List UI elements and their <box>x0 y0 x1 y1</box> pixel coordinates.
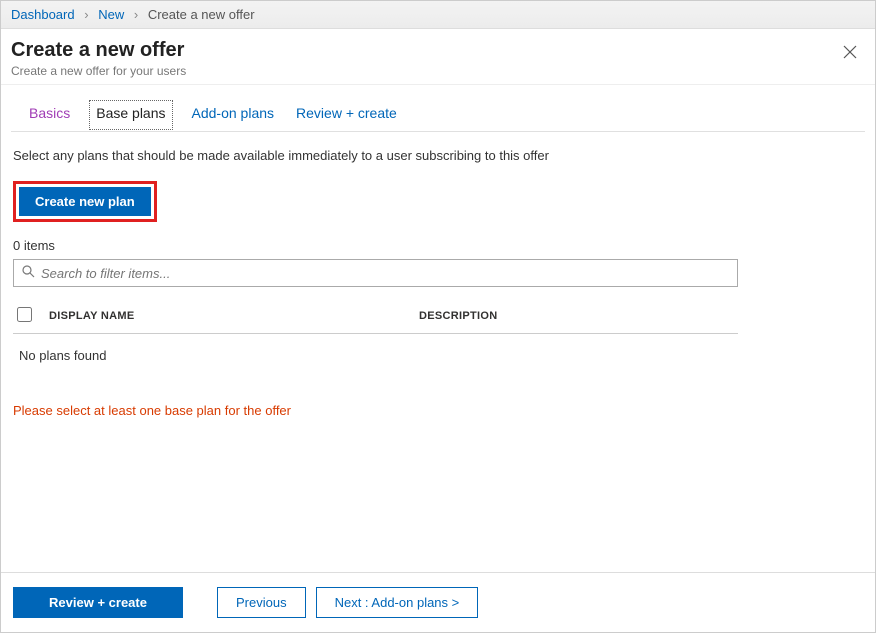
column-description[interactable]: DESCRIPTION <box>419 310 734 322</box>
search-icon <box>22 265 35 281</box>
tab-basics[interactable]: Basics <box>25 99 74 131</box>
chevron-right-icon: › <box>84 7 88 22</box>
table-header: DISPLAY NAME DESCRIPTION <box>13 299 738 334</box>
validation-error: Please select at least one base plan for… <box>13 403 863 418</box>
page-title: Create a new offer <box>11 39 863 62</box>
chevron-right-icon: › <box>134 7 138 22</box>
close-icon <box>843 45 857 59</box>
breadcrumb-dashboard[interactable]: Dashboard <box>11 7 75 22</box>
breadcrumb-new[interactable]: New <box>98 7 124 22</box>
select-all-checkbox[interactable] <box>17 307 32 322</box>
search-box[interactable] <box>13 259 738 287</box>
page-subtitle: Create a new offer for your users <box>11 64 863 78</box>
tab-review-create[interactable]: Review + create <box>292 99 401 131</box>
tab-base-plans[interactable]: Base plans <box>88 99 173 131</box>
breadcrumb-current: Create a new offer <box>148 7 255 22</box>
instruction-text: Select any plans that should be made ava… <box>13 148 863 163</box>
highlight-box: Create new plan <box>13 181 157 222</box>
create-new-plan-button[interactable]: Create new plan <box>19 187 151 216</box>
tab-addon-plans[interactable]: Add-on plans <box>188 99 279 131</box>
review-create-button[interactable]: Review + create <box>13 587 183 618</box>
search-input[interactable] <box>41 266 729 281</box>
breadcrumb: Dashboard › New › Create a new offer <box>1 1 875 29</box>
footer-bar: Review + create Previous Next : Add-on p… <box>1 572 875 632</box>
empty-state-message: No plans found <box>13 334 863 377</box>
next-button[interactable]: Next : Add-on plans > <box>316 587 479 618</box>
item-count-label: 0 items <box>13 238 863 253</box>
previous-button[interactable]: Previous <box>217 587 306 618</box>
tab-bar: Basics Base plans Add-on plans Review + … <box>11 85 865 132</box>
main-content: Select any plans that should be made ava… <box>1 132 875 572</box>
column-display-name[interactable]: DISPLAY NAME <box>49 310 419 322</box>
page-header: Create a new offer Create a new offer fo… <box>1 29 875 85</box>
close-button[interactable] <box>839 41 861 68</box>
